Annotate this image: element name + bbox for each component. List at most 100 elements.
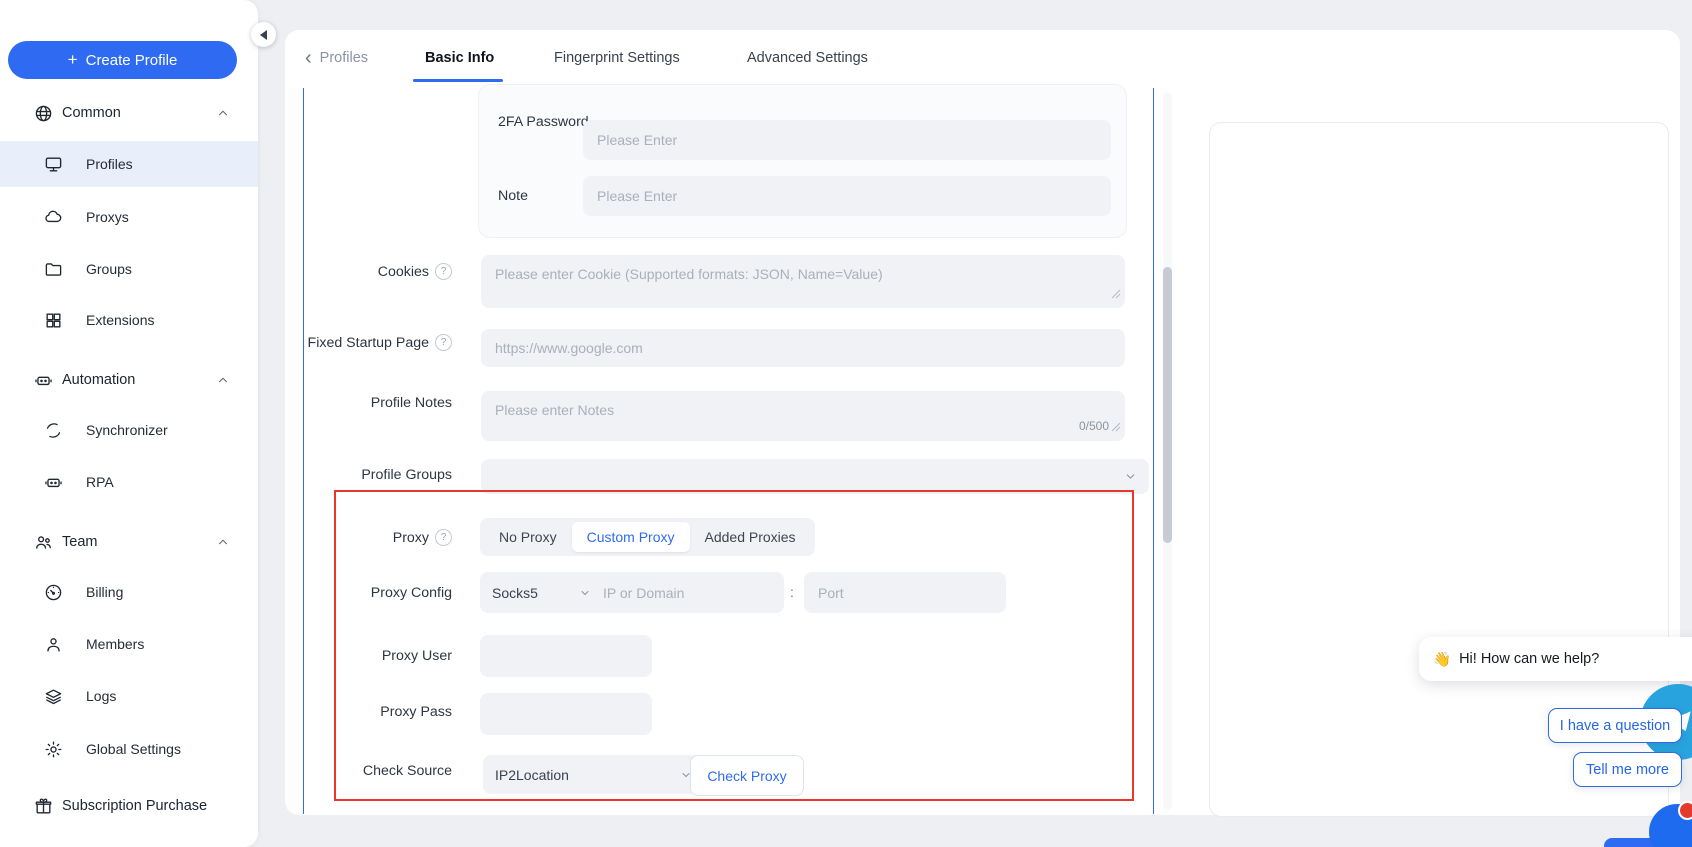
fixed-startup-page-field[interactable] — [481, 329, 1125, 367]
cloud-icon — [44, 208, 63, 227]
gear-icon — [44, 740, 63, 759]
monitor-icon — [44, 155, 63, 174]
help-icon[interactable]: ? — [435, 334, 452, 351]
section-label: Automation — [62, 372, 135, 388]
sidebar-item-rpa[interactable]: RPA — [0, 459, 258, 505]
resize-handle-icon[interactable] — [1111, 286, 1121, 304]
sidebar-collapse-button[interactable] — [251, 22, 276, 47]
sidebar-item-groups[interactable]: Groups — [0, 246, 258, 292]
proxy-port-input[interactable] — [804, 585, 1006, 601]
proxy-user-input[interactable] — [480, 648, 652, 664]
item-label: RPA — [86, 474, 114, 490]
active-tab-underline — [413, 79, 503, 82]
sidebar-item-synchronizer[interactable]: Synchronizer — [0, 407, 258, 453]
cookies-label: Cookies ? — [300, 263, 452, 280]
resize-handle-icon[interactable] — [1111, 419, 1121, 437]
character-counter: 0/500 — [1079, 419, 1109, 433]
chat-greeting-bubble[interactable]: 👋 Hi! How can we help? — [1419, 637, 1692, 681]
proxy-user-label: Proxy User — [300, 648, 452, 664]
tab-advanced-settings[interactable]: Advanced Settings — [747, 50, 868, 66]
note-field[interactable] — [583, 176, 1111, 216]
section-label: Team — [62, 534, 97, 550]
proxy-pass-input[interactable] — [480, 706, 652, 722]
chevron-down-icon — [1124, 470, 1137, 483]
chat-quick-reply-tell-me-more[interactable]: Tell me more — [1573, 752, 1682, 787]
profile-notes-label: Profile Notes — [300, 395, 452, 411]
fixed-startup-page-input[interactable] — [481, 340, 1125, 356]
profile-notes-textarea[interactable] — [481, 391, 1125, 447]
tab-fingerprint-settings[interactable]: Fingerprint Settings — [554, 50, 680, 66]
cookies-field[interactable] — [481, 255, 1125, 308]
twofa-password-input[interactable] — [583, 132, 1111, 148]
proxy-option-added-proxies[interactable]: Added Proxies — [690, 522, 811, 552]
grid-icon — [44, 311, 63, 330]
help-icon[interactable]: ? — [435, 529, 452, 546]
app-window: + Create Profile Common Profiles Proxys — [0, 0, 1692, 847]
sidebar-section-common[interactable]: Common — [0, 96, 258, 130]
check-source-label: Check Source — [300, 763, 452, 779]
back-to-profiles-link[interactable]: ‹ Profiles — [305, 50, 368, 66]
check-proxy-button[interactable]: Check Proxy — [690, 755, 804, 796]
chevron-up-icon — [216, 373, 230, 387]
create-profile-label: Create Profile — [86, 52, 178, 69]
profile-notes-field[interactable]: 0/500 — [481, 391, 1125, 441]
item-label: Global Settings — [86, 741, 181, 757]
profile-groups-select[interactable] — [481, 459, 1149, 494]
proxy-option-no-proxy[interactable]: No Proxy — [484, 522, 572, 552]
sidebar-item-global-settings[interactable]: Global Settings — [0, 726, 258, 772]
chat-greeting-text: Hi! How can we help? — [1459, 651, 1599, 667]
help-icon[interactable]: ? — [435, 263, 452, 280]
form-scrollbar-thumb[interactable] — [1163, 267, 1172, 543]
item-label: Synchronizer — [86, 422, 168, 438]
sidebar-item-members[interactable]: Members — [0, 621, 258, 667]
proxy-config-label: Proxy Config — [300, 585, 452, 601]
team-icon — [34, 533, 53, 552]
sidebar-item-extensions[interactable]: Extensions — [0, 297, 258, 343]
create-profile-button[interactable]: + Create Profile — [8, 41, 237, 79]
ip-port-separator: : — [790, 584, 794, 600]
wave-emoji-icon: 👋 — [1433, 651, 1451, 668]
chevron-up-icon — [216, 106, 230, 120]
cookies-textarea[interactable] — [481, 255, 1125, 311]
item-label: Members — [86, 636, 144, 652]
proxy-user-field[interactable] — [480, 635, 652, 677]
collapse-arrow-icon — [260, 30, 267, 40]
profile-groups-label: Profile Groups — [300, 467, 452, 483]
item-label: Logs — [86, 688, 116, 704]
check-source-value: IP2Location — [495, 767, 569, 783]
gauge-icon — [44, 583, 63, 602]
sidebar-item-billing[interactable]: Billing — [0, 569, 258, 615]
proxy-protocol-select[interactable]: Socks5 — [480, 572, 603, 613]
check-source-select[interactable]: IP2Location — [483, 755, 704, 794]
item-label: Subscription Purchase — [62, 798, 207, 814]
sidebar-section-team[interactable]: Team — [0, 525, 258, 559]
layers-icon — [44, 687, 63, 706]
note-input[interactable] — [583, 188, 1111, 204]
item-label: Billing — [86, 584, 123, 600]
plus-icon: + — [68, 50, 78, 70]
proxy-ip-input[interactable] — [589, 585, 784, 601]
back-label: Profiles — [320, 50, 368, 66]
item-label: Profiles — [86, 156, 133, 172]
proxy-pass-field[interactable] — [480, 693, 652, 735]
item-label: Groups — [86, 261, 132, 277]
folder-icon — [44, 260, 63, 279]
proxy-ip-field[interactable] — [589, 572, 784, 613]
twofa-password-field[interactable] — [583, 120, 1111, 160]
member-icon — [44, 635, 63, 654]
proxy-option-custom-proxy[interactable]: Custom Proxy — [572, 522, 690, 552]
proxy-port-field[interactable] — [804, 572, 1006, 613]
gift-icon — [34, 797, 53, 816]
sidebar-item-logs[interactable]: Logs — [0, 673, 258, 719]
sidebar: + Create Profile Common Profiles Proxys — [0, 0, 258, 847]
robot-icon — [44, 473, 63, 492]
tab-basic-info[interactable]: Basic Info — [425, 50, 494, 66]
sidebar-item-profiles[interactable]: Profiles — [0, 141, 258, 187]
sidebar-item-subscription-purchase[interactable]: Subscription Purchase — [0, 789, 258, 823]
sync-icon — [44, 421, 63, 440]
sidebar-item-proxys[interactable]: Proxys — [0, 194, 258, 240]
globe-icon — [34, 104, 53, 123]
chat-quick-reply-question[interactable]: I have a question — [1548, 708, 1682, 743]
note-label: Note — [478, 188, 568, 204]
sidebar-section-automation[interactable]: Automation — [0, 363, 258, 397]
